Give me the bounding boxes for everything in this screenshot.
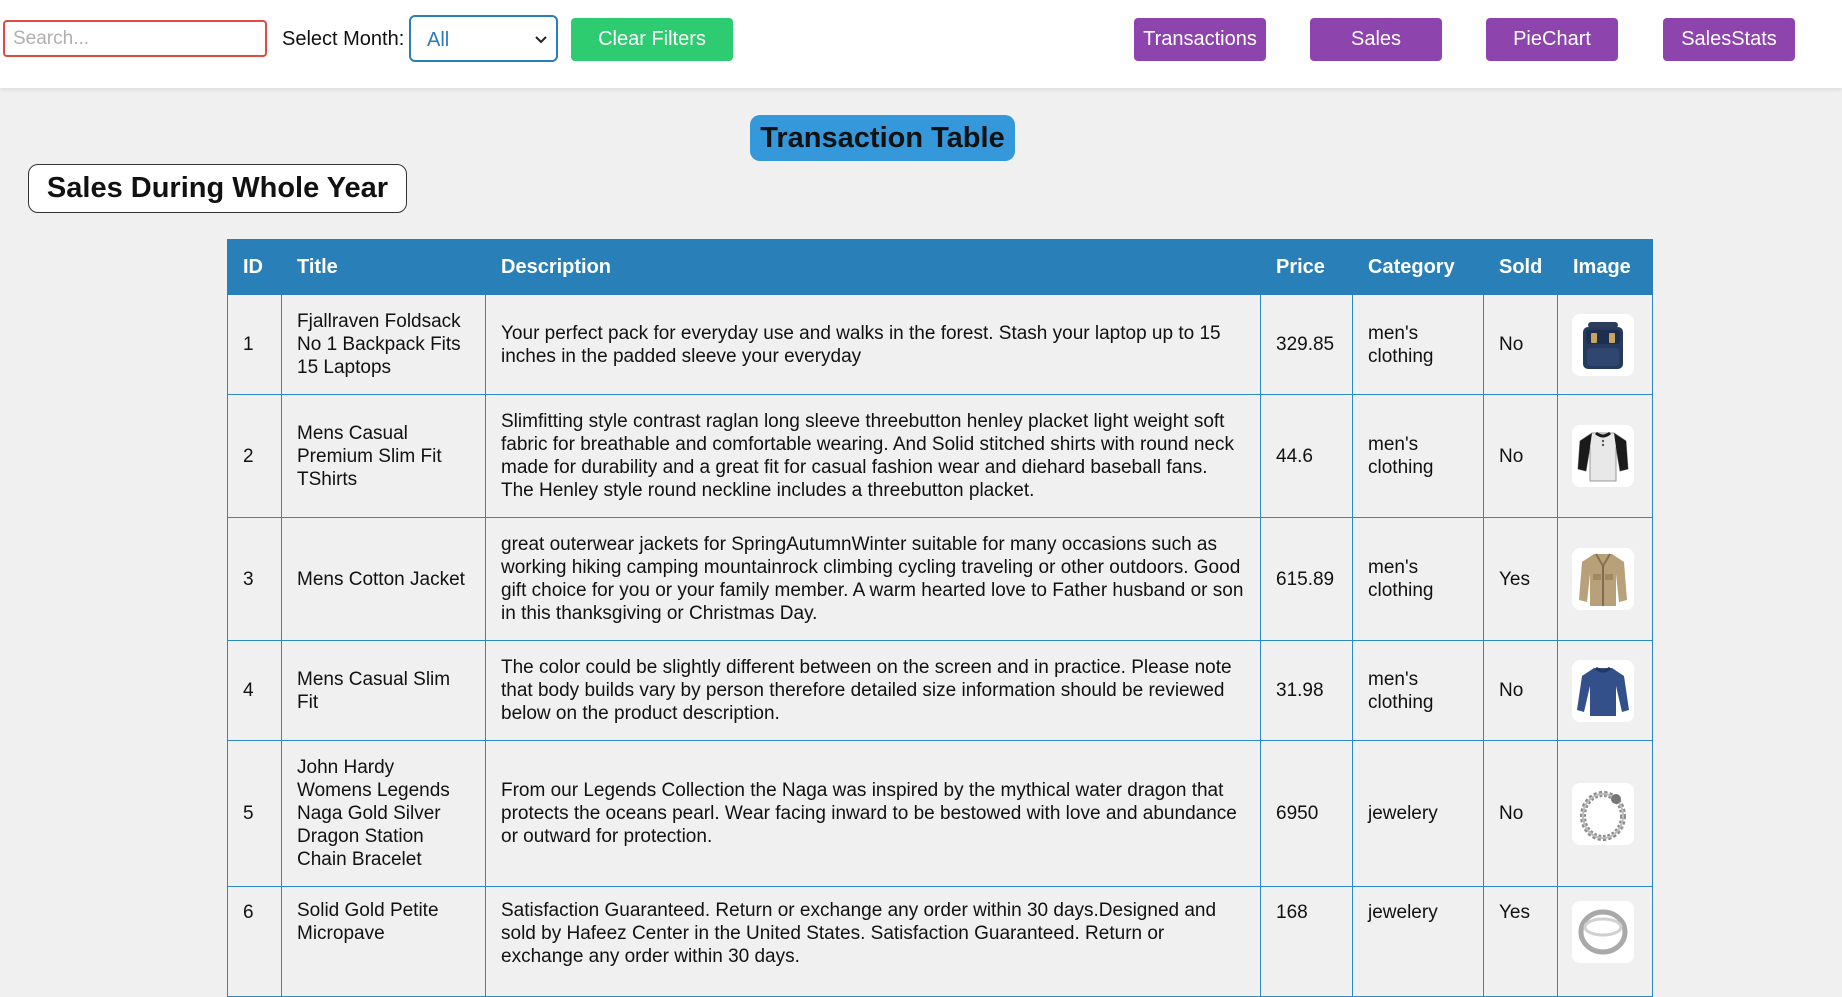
chevron-down-icon — [535, 36, 547, 44]
table-row: 1 Fjallraven Foldsack No 1 Backpack Fits… — [227, 294, 1653, 395]
period-title: Sales During Whole Year — [28, 164, 407, 213]
cell-sold: No — [1483, 740, 1558, 887]
column-header-title[interactable]: Title — [281, 239, 486, 295]
month-select[interactable]: All — [409, 15, 558, 62]
ring-icon — [1572, 901, 1634, 963]
cell-category: jewelery — [1352, 886, 1484, 997]
top-toolbar: Select Month: All Clear Filters Transact… — [0, 0, 1842, 88]
cell-price: 44.6 — [1260, 394, 1353, 518]
cell-title: Solid Gold Petite Micropave — [281, 886, 486, 997]
transaction-table: ID Title Description Price Category Sold… — [227, 239, 1653, 997]
cell-category: jewelery — [1352, 740, 1484, 887]
cell-description: great outerwear jackets for SpringAutumn… — [485, 517, 1261, 641]
nav-transactions-button[interactable]: Transactions — [1134, 18, 1266, 61]
cell-title: Mens Cotton Jacket — [281, 517, 486, 641]
cell-id: 3 — [227, 517, 282, 641]
transaction-table-container: ID Title Description Price Category Sold… — [227, 239, 1653, 997]
table-row: 4 Mens Casual Slim Fit The color could b… — [227, 640, 1653, 741]
cell-category: men's clothing — [1352, 640, 1484, 741]
column-header-price[interactable]: Price — [1260, 239, 1353, 295]
cell-title: Mens Casual Slim Fit — [281, 640, 486, 741]
cell-image — [1557, 640, 1653, 741]
cell-description: From our Legends Collection the Naga was… — [485, 740, 1261, 887]
cell-description: The color could be slightly different be… — [485, 640, 1261, 741]
cell-title: Mens Casual Premium Slim Fit TShirts — [281, 394, 486, 518]
cell-sold: No — [1483, 294, 1558, 395]
bracelet-icon — [1572, 782, 1634, 845]
cell-id: 4 — [227, 640, 282, 741]
column-header-category[interactable]: Category — [1352, 239, 1484, 295]
clear-filters-button[interactable]: Clear Filters — [571, 18, 733, 61]
column-header-id[interactable]: ID — [227, 239, 282, 295]
cell-title: John Hardy Womens Legends Naga Gold Silv… — [281, 740, 486, 887]
cell-price: 168 — [1260, 886, 1353, 997]
cell-image — [1557, 740, 1653, 887]
jacket-icon — [1572, 548, 1634, 610]
cell-price: 6950 — [1260, 740, 1353, 887]
page-title: Transaction Table — [750, 115, 1015, 161]
column-header-image[interactable]: Image — [1557, 239, 1653, 295]
cell-description: Slimfitting style contrast raglan long s… — [485, 394, 1261, 518]
cell-description: Satisfaction Guaranteed. Return or excha… — [485, 886, 1261, 997]
cell-sold: No — [1483, 640, 1558, 741]
cell-image — [1557, 517, 1653, 641]
table-header-row: ID Title Description Price Category Sold… — [227, 239, 1653, 295]
cell-id: 5 — [227, 740, 282, 887]
table-row: 3 Mens Cotton Jacket great outerwear jac… — [227, 517, 1653, 641]
month-label: Select Month: — [282, 28, 405, 50]
nav-sales-button[interactable]: Sales — [1310, 18, 1442, 61]
backpack-icon — [1572, 313, 1634, 376]
cell-price: 329.85 — [1260, 294, 1353, 395]
month-select-value: All — [427, 29, 450, 51]
cell-price: 31.98 — [1260, 640, 1353, 741]
cell-id: 6 — [227, 886, 282, 997]
cell-image — [1557, 394, 1653, 518]
cell-title: Fjallraven Foldsack No 1 Backpack Fits 1… — [281, 294, 486, 395]
table-row: 5 John Hardy Womens Legends Naga Gold Si… — [227, 740, 1653, 887]
search-input[interactable] — [3, 20, 267, 57]
table-row: 2 Mens Casual Premium Slim Fit TShirts S… — [227, 394, 1653, 518]
cell-description: Your perfect pack for everyday use and w… — [485, 294, 1261, 395]
cell-sold: No — [1483, 394, 1558, 518]
cell-price: 615.89 — [1260, 517, 1353, 641]
cell-category: men's clothing — [1352, 394, 1484, 518]
column-header-sold[interactable]: Sold — [1483, 239, 1558, 295]
longsleeve-icon — [1572, 659, 1634, 722]
table-row: 6 Solid Gold Petite Micropave Satisfacti… — [227, 886, 1653, 997]
cell-sold: Yes — [1483, 517, 1558, 641]
cell-id: 1 — [227, 294, 282, 395]
nav-piechart-button[interactable]: PieChart — [1486, 18, 1618, 61]
column-header-description[interactable]: Description — [485, 239, 1261, 295]
cell-category: men's clothing — [1352, 517, 1484, 641]
cell-image — [1557, 294, 1653, 395]
cell-category: men's clothing — [1352, 294, 1484, 395]
tshirt-icon — [1572, 425, 1634, 487]
cell-image — [1557, 886, 1653, 997]
nav-salesstats-button[interactable]: SalesStats — [1663, 18, 1795, 61]
cell-id: 2 — [227, 394, 282, 518]
cell-sold: Yes — [1483, 886, 1558, 997]
